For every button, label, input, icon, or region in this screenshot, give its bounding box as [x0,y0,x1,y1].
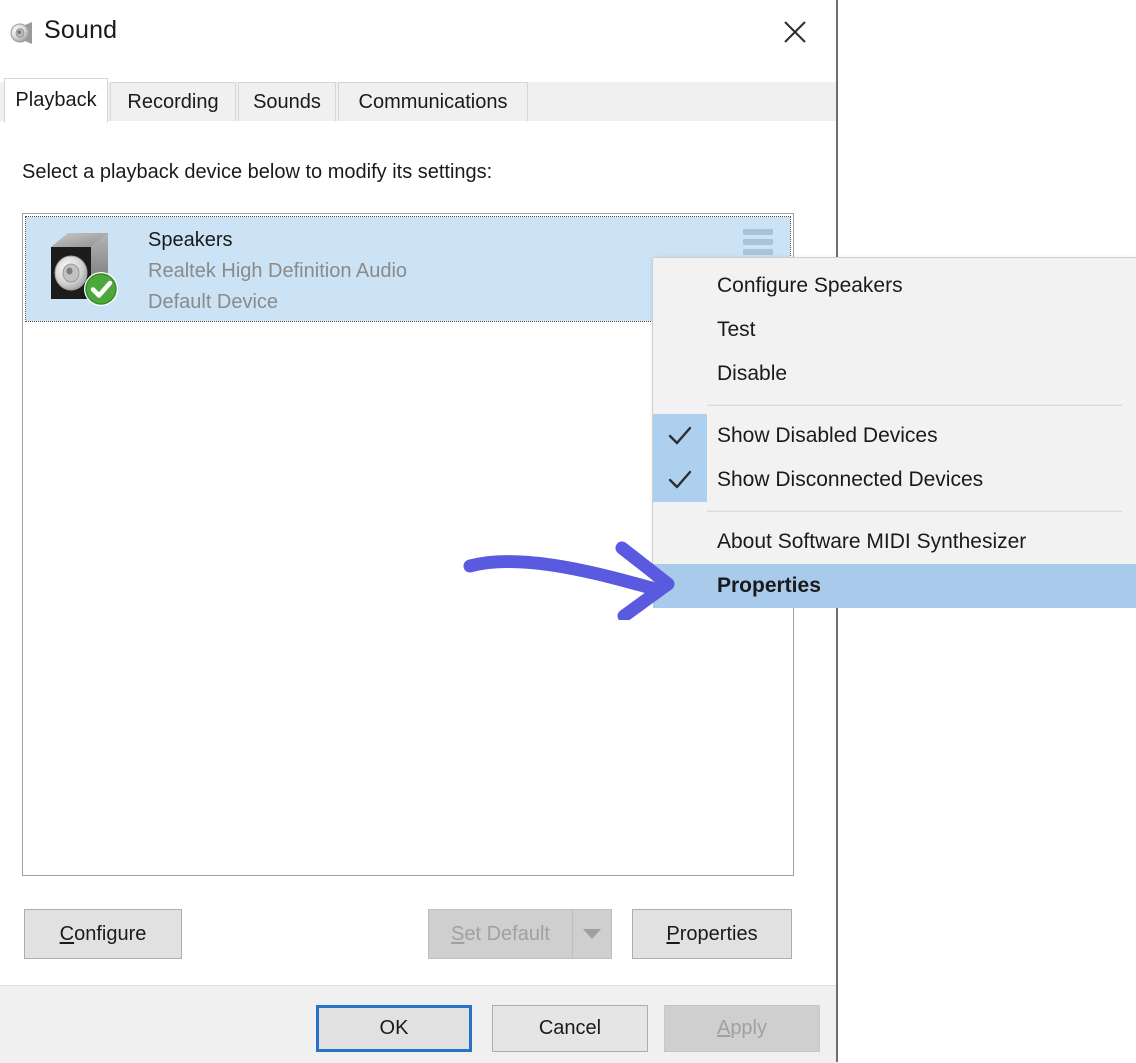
menu-item-label: About Software MIDI Synthesizer [707,530,1026,554]
menu-item-label: Test [707,318,756,342]
checkmark-icon [653,414,707,458]
configure-button-label: Configure [60,923,147,946]
menu-item-disable[interactable]: Disable [653,352,1136,396]
properties-button-label: Properties [666,923,757,946]
menu-item-configure-speakers[interactable]: Configure Speakers [653,264,1136,308]
device-name: Speakers [148,225,407,256]
speaker-icon [8,18,38,48]
titlebar: Sound [0,0,836,72]
ok-button-label: OK [380,1017,409,1040]
dialog-footer: OK Cancel Apply [0,985,836,1063]
window-title: Sound [44,16,117,45]
menu-separator [707,510,1122,512]
chevron-down-icon [572,909,612,959]
menu-check-gutter [653,352,707,396]
tab-sounds-label: Sounds [253,91,321,114]
menu-item-label: Configure Speakers [707,274,903,298]
tab-sounds[interactable]: Sounds [238,82,336,122]
device-driver: Realtek High Definition Audio [148,256,407,287]
set-default-button: Set Default [428,909,572,959]
device-text-block: Speakers Realtek High Definition Audio D… [148,225,407,318]
device-context-menu: Configure Speakers Test Disable Show Dis… [652,257,1136,598]
menu-item-show-disconnected-devices[interactable]: Show Disconnected Devices [653,458,1136,502]
tab-recording[interactable]: Recording [110,82,236,122]
menu-item-label: Disable [707,362,787,386]
tab-communications-label: Communications [359,91,508,114]
set-default-button-label: Set Default [451,923,550,946]
properties-button[interactable]: Properties [632,909,792,959]
cancel-button[interactable]: Cancel [492,1005,648,1052]
tab-communications[interactable]: Communications [338,82,528,122]
tab-recording-label: Recording [127,91,218,114]
device-status: Default Device [148,287,407,318]
checkmark-icon [653,458,707,502]
tab-playback[interactable]: Playback [4,78,108,123]
configure-button[interactable]: Configure [24,909,182,959]
speaker-device-icon [46,229,130,311]
ok-button[interactable]: OK [316,1005,472,1052]
menu-check-gutter [653,564,707,608]
panel-instruction: Select a playback device below to modify… [22,161,492,184]
menu-item-test[interactable]: Test [653,308,1136,352]
menu-item-properties[interactable]: Properties [653,564,1136,608]
tab-playback-label: Playback [15,89,96,112]
menu-item-label: Properties [707,574,821,598]
menu-item-show-disabled-devices[interactable]: Show Disabled Devices [653,414,1136,458]
menu-check-gutter [653,520,707,564]
menu-check-gutter [653,264,707,308]
apply-button: Apply [664,1005,820,1052]
menu-item-label: Show Disabled Devices [707,424,938,448]
tab-strip: Playback Recording Sounds Communications [0,72,836,122]
menu-item-about-software-midi-synthesizer[interactable]: About Software MIDI Synthesizer [653,520,1136,564]
menu-item-label: Show Disconnected Devices [707,468,983,492]
cancel-button-label: Cancel [539,1017,601,1040]
menu-separator [707,404,1122,406]
apply-button-label: Apply [717,1017,767,1040]
menu-check-gutter [653,308,707,352]
set-default-split-button[interactable]: Set Default [428,909,612,959]
level-meter-icon [743,229,773,255]
close-icon[interactable] [766,4,824,60]
